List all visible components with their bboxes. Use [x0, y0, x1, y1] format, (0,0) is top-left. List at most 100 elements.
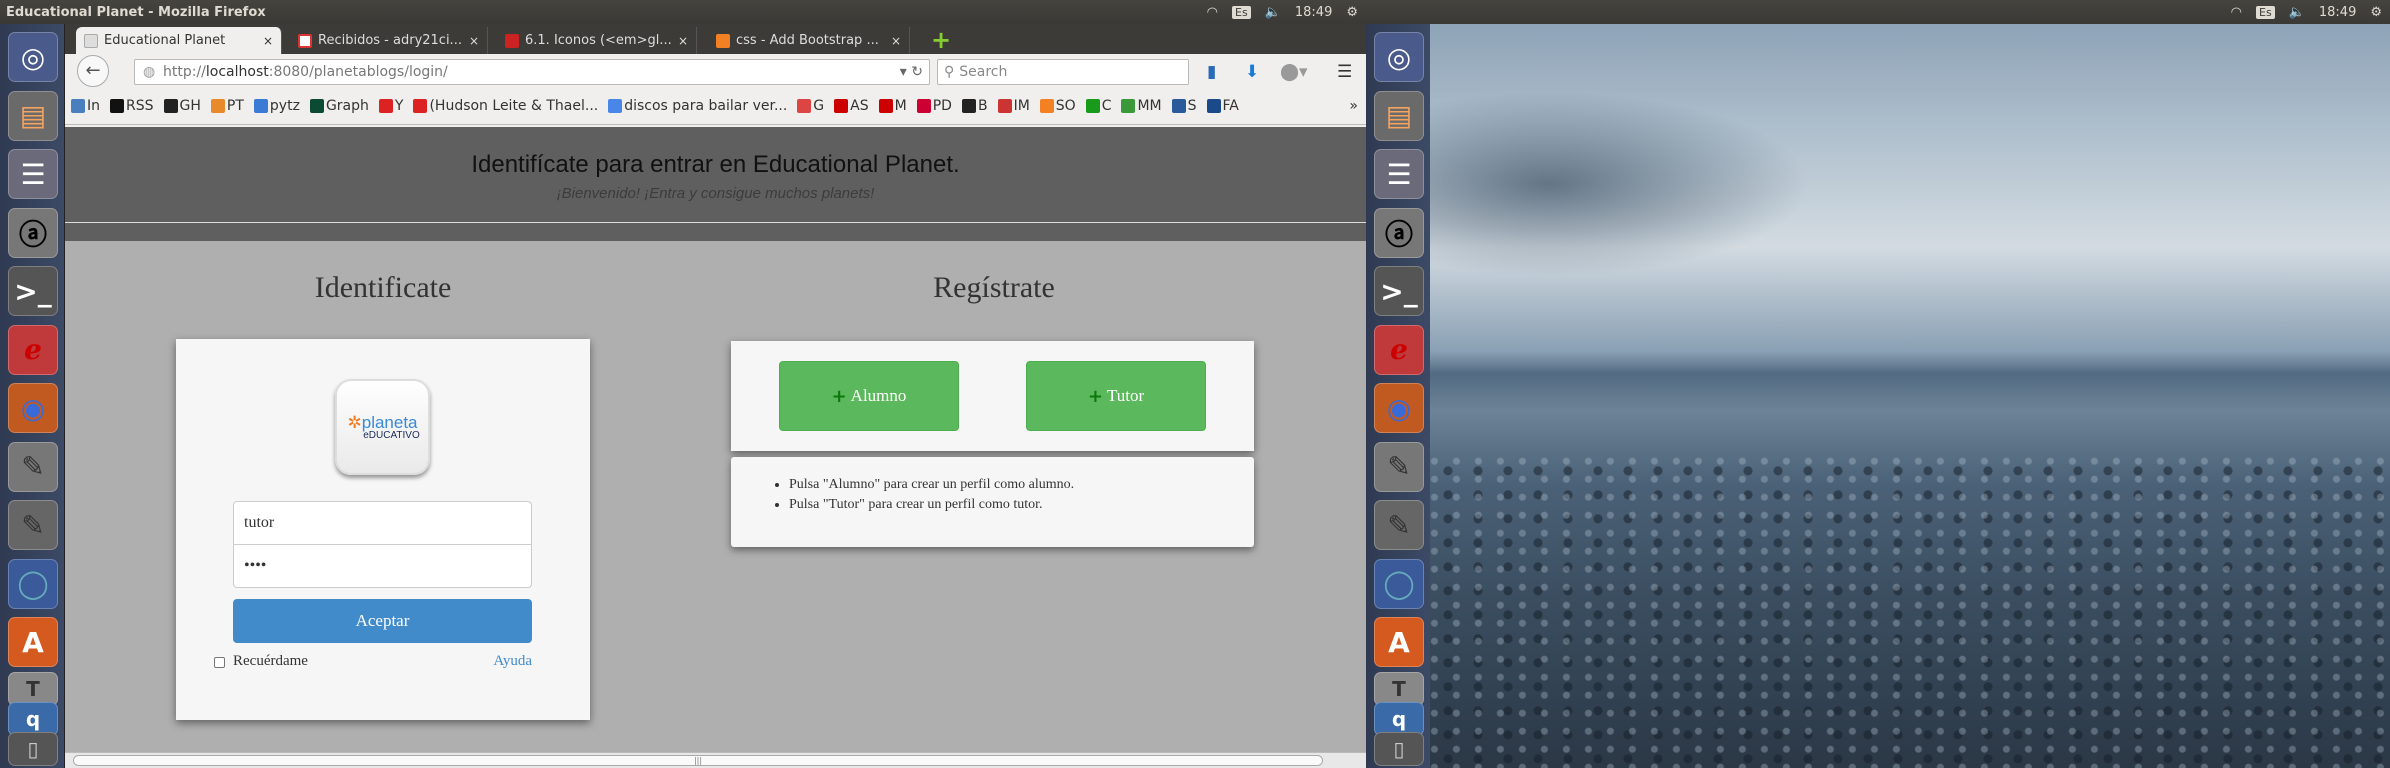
close-tab-icon[interactable]: ×	[469, 34, 479, 48]
url-bar[interactable]: ◍ http://localhost:8080/planetablogs/log…	[134, 59, 930, 85]
bookmark-item[interactable]: B	[961, 98, 988, 114]
bookmark-label: AS	[850, 98, 869, 114]
adblock-icon[interactable]: ⬤▾	[1280, 62, 1308, 82]
download-arrow-icon[interactable]: ⬇	[1245, 62, 1259, 82]
files-launcher-icon[interactable]: ▤	[8, 90, 58, 141]
search-input[interactable]: ⚲ Search	[937, 59, 1189, 85]
window-title: Educational Planet - Mozilla Firefox	[6, 4, 266, 20]
bookmark-item[interactable]: M	[878, 98, 907, 114]
qbittorrent-launcher-icon[interactable]: q	[8, 702, 58, 736]
software-center-launcher-icon[interactable]: A	[8, 617, 58, 667]
pidgin-launcher-icon[interactable]: ☰	[1374, 149, 1424, 199]
chromium-launcher-icon[interactable]: ◯	[1374, 558, 1424, 609]
clock[interactable]: 18:49	[2319, 5, 2356, 20]
gedit-code-launcher-icon[interactable]: ✎	[8, 441, 58, 492]
accept-button[interactable]: Aceptar	[233, 599, 532, 643]
wifi-icon[interactable]: ◠	[2231, 5, 2242, 20]
username-input[interactable]	[233, 501, 532, 545]
evince-launcher-icon[interactable]: ℯ	[8, 324, 58, 375]
bookmark-item[interactable]: RSS	[110, 98, 154, 114]
bookmark-item[interactable]: discos para bailar ver...	[608, 98, 787, 114]
new-tab-plus-icon[interactable]: +	[931, 26, 951, 54]
firefox-window: Educational Planet × Recibidos - adry21ci…	[65, 24, 1366, 768]
firefox-launcher-icon[interactable]: ◉	[1374, 383, 1424, 433]
bookmark-item[interactable]: MM	[1121, 98, 1162, 114]
help-link[interactable]: Ayuda	[493, 653, 532, 670]
close-tab-icon[interactable]: ×	[678, 34, 688, 48]
wifi-icon[interactable]: ◠	[1207, 5, 1218, 20]
bookmark-item[interactable]: IM	[997, 98, 1030, 114]
bookmark-label: discos para bailar ver...	[624, 98, 788, 114]
amarok-launcher-icon[interactable]: ⓐ	[8, 207, 58, 258]
pidgin-launcher-icon[interactable]: ☰	[8, 149, 58, 199]
bookmark-favicon-icon	[878, 99, 893, 113]
bookmark-item[interactable]: Y	[378, 98, 404, 114]
bookmark-item[interactable]: AS	[834, 98, 869, 114]
register-student-button[interactable]: + Alumno	[779, 361, 959, 431]
bookmark-label: Graph	[325, 98, 369, 114]
close-tab-icon[interactable]: ×	[263, 34, 273, 48]
bookmark-label: Y	[394, 98, 404, 114]
chromium-launcher-icon[interactable]: ◯	[8, 558, 58, 609]
close-tab-icon[interactable]: ×	[891, 34, 901, 48]
header-title: Identifícate para entrar en Educational …	[471, 151, 960, 178]
ubuntu-dash-launcher-icon[interactable]: ◎	[1374, 32, 1424, 82]
terminal-launcher-icon[interactable]: >_	[8, 266, 58, 316]
amarok-launcher-icon[interactable]: ⓐ	[1374, 207, 1424, 258]
bookmark-item[interactable]: PT	[210, 98, 244, 114]
texmaker-launcher-icon[interactable]: T	[1374, 672, 1424, 706]
texmaker-launcher-icon[interactable]: T	[8, 672, 58, 706]
text-editor-launcher-icon[interactable]: ✎	[8, 500, 58, 550]
bookmark-item[interactable]: (Hudson Leite & Thael...	[413, 98, 598, 114]
software-center-launcher-icon[interactable]: A	[1374, 617, 1424, 667]
evince-launcher-icon[interactable]: ℯ	[1374, 324, 1424, 375]
keyboard-layout[interactable]: Es	[1232, 5, 1251, 19]
keyboard-layout[interactable]: Es	[2256, 5, 2275, 19]
remember-checkbox[interactable]	[214, 657, 225, 668]
ubuntu-dash-launcher-icon[interactable]: ◎	[8, 32, 58, 82]
trash-launcher-icon[interactable]: ▯	[8, 732, 58, 766]
bookmarks-overflow-chevron[interactable]: »	[1349, 98, 1358, 114]
bookmark-item[interactable]: GH	[163, 98, 201, 114]
tab-stackoverflow[interactable]: css - Add Bootstrap ... ×	[708, 27, 910, 54]
bookmark-favicon-icon	[997, 99, 1012, 113]
volume-icon[interactable]: 🔈	[2289, 5, 2305, 20]
tab-gmail[interactable]: Recibidos - adry21ci... ×	[290, 27, 488, 54]
bookmark-item[interactable]: In	[71, 98, 100, 114]
back-arrow-icon[interactable]: ←	[77, 55, 109, 87]
bookmark-item[interactable]: FA	[1206, 98, 1239, 114]
scrollbar-thumb[interactable]: |||	[73, 755, 1323, 766]
bookmark-label: IM	[1013, 98, 1030, 114]
reload-icon[interactable]: ▾ ↻	[900, 64, 923, 80]
bookmark-favicon-icon	[163, 99, 178, 113]
page-header: Identifícate para entrar en Educational …	[65, 127, 1366, 241]
firefox-launcher-icon[interactable]: ◉	[8, 383, 58, 433]
bookmark-item[interactable]: PD	[916, 98, 952, 114]
tab-iconos[interactable]: 6.1. Iconos (<em>gl... ×	[497, 27, 697, 54]
bookmark-item[interactable]: G	[797, 98, 824, 114]
qbittorrent-launcher-icon[interactable]: q	[1374, 702, 1424, 736]
url-scheme: http://	[163, 64, 206, 80]
menu-hamburger-icon[interactable]: ☰	[1337, 62, 1352, 82]
bookmark-item[interactable]: SO	[1039, 98, 1076, 114]
gedit-code-launcher-icon[interactable]: ✎	[1374, 441, 1424, 492]
bookmark-item[interactable]: C	[1085, 98, 1111, 114]
terminal-launcher-icon[interactable]: >_	[1374, 266, 1424, 316]
bookmark-item[interactable]: pytz	[253, 98, 300, 114]
clock[interactable]: 18:49	[1295, 5, 1332, 20]
password-input[interactable]	[233, 544, 532, 588]
text-editor-launcher-icon[interactable]: ✎	[1374, 500, 1424, 550]
register-tutor-button[interactable]: + Tutor	[1026, 361, 1206, 431]
tab-educational-planet[interactable]: Educational Planet ×	[76, 27, 282, 54]
bookmark-item[interactable]: S	[1171, 98, 1197, 114]
gmail-icon	[298, 33, 312, 48]
power-icon[interactable]: ⚙	[2370, 5, 2382, 20]
power-icon[interactable]: ⚙	[1346, 5, 1358, 20]
horizontal-scrollbar[interactable]: |||	[65, 752, 1366, 768]
files-launcher-icon[interactable]: ▤	[1374, 90, 1424, 141]
volume-icon[interactable]: 🔈	[1265, 5, 1281, 20]
trash-launcher-icon[interactable]: ▯	[1374, 732, 1424, 766]
tab-label: 6.1. Iconos (<em>gl...	[525, 33, 672, 48]
bookmarks-library-icon[interactable]: ▮	[1207, 62, 1216, 82]
bookmark-item[interactable]: Graph	[309, 98, 369, 114]
